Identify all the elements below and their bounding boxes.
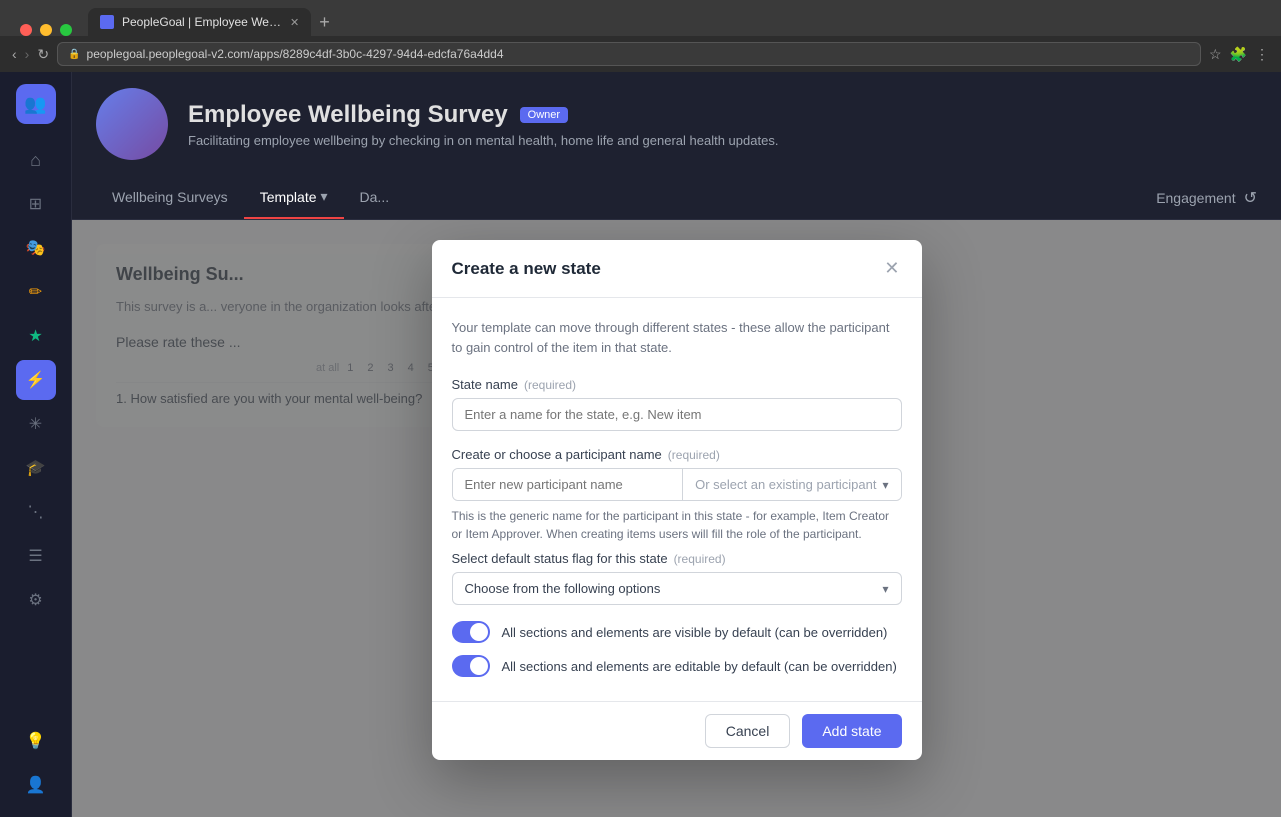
toggle-editable[interactable] (452, 655, 490, 677)
status-flag-required: (required) (674, 552, 726, 566)
toggle-visible-label: All sections and elements are visible by… (502, 625, 888, 640)
dialog-close-button[interactable]: ✕ (882, 256, 901, 281)
sidebar-item-lightning[interactable]: ⚡ (16, 360, 56, 400)
browser-toolbar: ‹ › ↻ 🔒 peoplegoal.peoplegoal-v2.com/app… (0, 36, 1281, 72)
traffic-light-red[interactable] (20, 24, 32, 36)
tab-template[interactable]: Template ▾ (244, 176, 344, 219)
add-state-button[interactable]: Add state (802, 714, 901, 748)
participant-dropdown-arrow-icon: ▾ (882, 478, 888, 492)
sidebar: 👥 ⌂ ⊞ 🎭 ✏ ★ ⚡ ✳ 🎓 ⋱ ☰ ⚙ 💡 👤 (0, 72, 72, 817)
dialog-footer: Cancel Add state (432, 701, 922, 760)
status-flag-label: Select default status flag for this stat… (452, 551, 668, 566)
sidebar-item-org[interactable]: ⋱ (16, 492, 56, 532)
app-info: Employee Wellbeing Survey Owner Facilita… (188, 101, 1257, 148)
traffic-light-green[interactable] (60, 24, 72, 36)
participant-label: Create or choose a participant name (452, 447, 662, 462)
sidebar-item-home[interactable]: ⌂ (16, 140, 56, 180)
dialog-header: Create a new state ✕ (432, 240, 922, 298)
status-flag-value: Choose from the following options (465, 581, 661, 596)
traffic-light-yellow[interactable] (40, 24, 52, 36)
participant-select-dropdown[interactable]: Or select an existing participant ▾ (683, 469, 900, 500)
toggle-editable-label: All sections and elements are editable b… (502, 659, 897, 674)
dialog-body: Your template can move through different… (432, 298, 922, 701)
status-flag-label-row: Select default status flag for this stat… (452, 551, 902, 566)
sidebar-item-ideas[interactable]: 💡 (16, 721, 56, 761)
dialog-description: Your template can move through different… (452, 318, 902, 357)
sidebar-item-graduation[interactable]: 🎓 (16, 448, 56, 488)
main-content: Employee Wellbeing Survey Owner Facilita… (72, 72, 1281, 817)
toggles-group: All sections and elements are visible by… (452, 621, 902, 677)
address-bar[interactable]: 🔒 peoplegoal.peoplegoal-v2.com/apps/8289… (57, 42, 1201, 66)
participant-input-row: Or select an existing participant ▾ (452, 468, 902, 501)
toggle-visible[interactable] (452, 621, 490, 643)
state-name-required: (required) (524, 378, 576, 392)
lock-icon: 🔒 (68, 49, 80, 60)
owner-badge: Owner (520, 107, 568, 123)
state-name-input[interactable] (452, 398, 902, 431)
avatar (96, 88, 168, 160)
bookmark-button[interactable]: ☆ (1209, 46, 1222, 63)
browser-chrome: PeopleGoal | Employee Wellbe... ✕ + ‹ › … (0, 0, 1281, 72)
template-dropdown-icon[interactable]: ▾ (321, 188, 328, 205)
participant-label-row: Create or choose a participant name (req… (452, 447, 902, 462)
sidebar-logo[interactable]: 👥 (16, 84, 56, 124)
extensions-button[interactable]: 🧩 (1230, 46, 1247, 63)
reload-button[interactable]: ↻ (37, 46, 49, 63)
nav-tabs: Wellbeing Surveys Template ▾ Da... Engag… (72, 176, 1281, 220)
nav-right: Engagement ↺ (1156, 188, 1257, 208)
app-title-row: Employee Wellbeing Survey Owner (188, 101, 1257, 129)
participant-select-label: Or select an existing participant (695, 477, 876, 492)
participant-name-input[interactable] (453, 469, 683, 500)
cancel-button[interactable]: Cancel (705, 714, 791, 748)
app-container: 👥 ⌂ ⊞ 🎭 ✏ ★ ⚡ ✳ 🎓 ⋱ ☰ ⚙ 💡 👤 Employee Wel… (0, 72, 1281, 817)
app-description: Facilitating employee wellbeing by check… (188, 133, 1257, 148)
participant-required: (required) (668, 448, 720, 462)
sidebar-item-people[interactable]: 🎭 (16, 228, 56, 268)
sidebar-item-settings[interactable]: ⚙ (16, 580, 56, 620)
state-name-label-row: State name (required) (452, 377, 902, 392)
content-area: Wellbeing Su... This survey is a... very… (72, 220, 1281, 817)
dialog: Create a new state ✕ Your template can m… (432, 240, 922, 760)
browser-tab-active[interactable]: PeopleGoal | Employee Wellbe... ✕ (88, 8, 311, 36)
tab-wellbeing-surveys[interactable]: Wellbeing Surveys (96, 177, 244, 219)
participant-name-group: Create or choose a participant name (req… (452, 447, 902, 543)
sidebar-item-asterisk[interactable]: ✳ (16, 404, 56, 444)
sidebar-item-table[interactable]: ☰ (16, 536, 56, 576)
new-tab-button[interactable]: + (311, 8, 338, 36)
engagement-refresh-button[interactable]: ↺ (1244, 188, 1257, 208)
status-flag-group: Select default status flag for this stat… (452, 551, 902, 605)
back-button[interactable]: ‹ (12, 46, 17, 62)
state-name-group: State name (required) (452, 377, 902, 431)
toggle-row-visible: All sections and elements are visible by… (452, 621, 902, 643)
app-title: Employee Wellbeing Survey (188, 101, 508, 129)
sidebar-item-grid[interactable]: ⊞ (16, 184, 56, 224)
dialog-overlay: Create a new state ✕ Your template can m… (72, 220, 1281, 817)
menu-button[interactable]: ⋮ (1255, 46, 1269, 63)
toggle-row-editable: All sections and elements are editable b… (452, 655, 902, 677)
address-text: peoplegoal.peoplegoal-v2.com/apps/8289c4… (87, 47, 504, 61)
tab-close-icon[interactable]: ✕ (290, 16, 299, 29)
status-flag-arrow-icon: ▾ (882, 582, 888, 596)
forward-button[interactable]: › (25, 46, 30, 62)
tab-data[interactable]: Da... (344, 177, 406, 219)
tab-favicon (100, 15, 114, 29)
engagement-label: Engagement (1156, 190, 1235, 206)
browser-tabs-bar: PeopleGoal | Employee Wellbe... ✕ + (0, 0, 1281, 36)
tab-title: PeopleGoal | Employee Wellbe... (122, 15, 282, 29)
sidebar-item-user[interactable]: 👤 (16, 765, 56, 805)
dialog-title: Create a new state (452, 259, 601, 279)
sidebar-item-edit[interactable]: ✏ (16, 272, 56, 312)
sidebar-item-star[interactable]: ★ (16, 316, 56, 356)
status-flag-select[interactable]: Choose from the following options ▾ (452, 572, 902, 605)
state-name-label: State name (452, 377, 519, 392)
toggle-editable-knob (470, 657, 488, 675)
participant-hint: This is the generic name for the partici… (452, 507, 902, 543)
app-header: Employee Wellbeing Survey Owner Facilita… (72, 72, 1281, 176)
toggle-visible-knob (470, 623, 488, 641)
